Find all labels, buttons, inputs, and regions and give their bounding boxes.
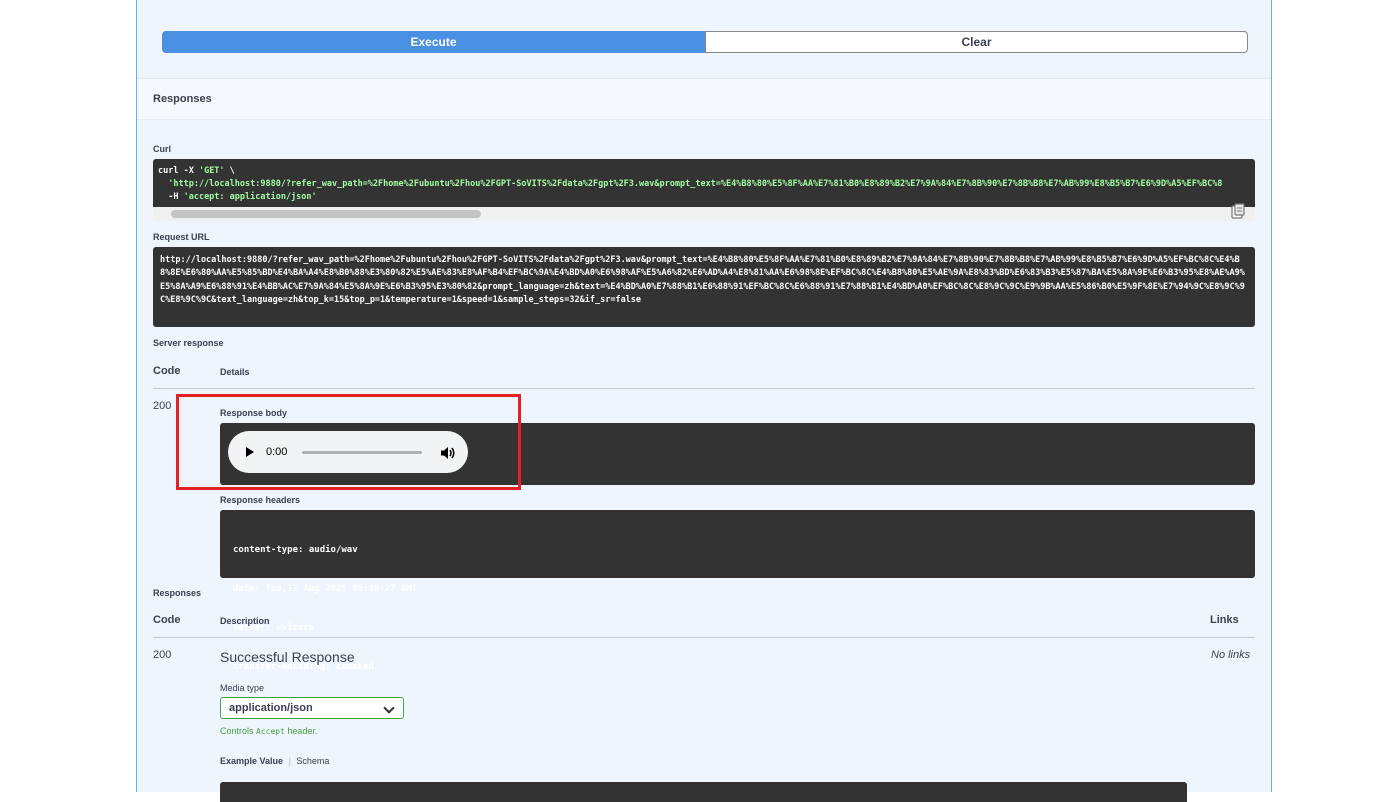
response-headers-block[interactable]: content-type: audio/wav date: Tue,12 Aug…	[220, 510, 1255, 672]
response-header-line: transfer-encoding: chunked	[233, 662, 374, 672]
tab-separator: |	[288, 756, 291, 766]
response-header-line: content-type: audio/wav	[233, 545, 358, 555]
response-header-line: date: Tue,12 Aug 2025 06:49:27 GMT	[233, 584, 418, 594]
media-type-select[interactable]: application/json	[220, 697, 404, 719]
controls-accept-note: Controls Accept header.	[220, 726, 317, 736]
response-header-line: server: uvicorn	[233, 623, 315, 633]
curl-continuation: \	[224, 166, 235, 176]
request-url-block[interactable]: http://localhost:9880/?refer_wav_path=%2…	[153, 247, 1255, 327]
server-response-code-header: Code	[153, 365, 181, 377]
response-headers-label: Response headers	[220, 495, 301, 505]
tab-example-value[interactable]: Example Value	[220, 756, 283, 766]
documented-responses-label: Responses	[153, 588, 202, 598]
documented-code-header: Code	[153, 614, 181, 626]
server-response-divider	[153, 388, 1255, 389]
clear-button[interactable]: Clear	[705, 31, 1248, 53]
copy-to-clipboard-icon[interactable]	[1230, 203, 1246, 219]
highlight-annotation-box	[176, 394, 521, 490]
curl-command: curl -X	[158, 166, 199, 176]
media-type-value: application/json	[229, 702, 313, 714]
controls-note-code: Accept	[256, 727, 285, 736]
responses-section-title: Responses	[153, 93, 212, 105]
execute-button[interactable]: Execute	[162, 31, 705, 53]
server-response-label: Server response	[153, 338, 224, 348]
curl-header-flag: -H	[158, 192, 184, 202]
server-response-details-header: Details	[220, 367, 250, 377]
documented-status-code: 200	[153, 649, 172, 661]
curl-line-2: 'http://localhost:9880/?refer_wav_path=%…	[158, 179, 1223, 189]
request-url-label: Request URL	[153, 232, 210, 242]
curl-method: 'GET'	[198, 166, 225, 176]
documented-description-header: Description	[220, 616, 270, 626]
example-schema-tabs: Example Value | Schema	[220, 756, 329, 766]
curl-header-value: 'accept: application/json'	[183, 192, 317, 202]
tab-schema[interactable]: Schema	[296, 756, 329, 766]
documented-responses-divider	[153, 637, 1255, 638]
curl-line-1: curl -X 'GET' \	[158, 165, 235, 177]
documented-links: No links	[1211, 649, 1251, 661]
server-response-status-code: 200	[153, 400, 172, 412]
curl-line-3: -H 'accept: application/json'	[158, 191, 317, 203]
curl-scrollbar-thumb[interactable]	[171, 210, 481, 218]
responses-section-header: Responses	[137, 78, 1271, 120]
controls-note-suffix: header.	[284, 726, 318, 736]
example-value-block[interactable]	[220, 782, 1187, 802]
media-type-label: Media type	[220, 683, 265, 693]
curl-label: Curl	[153, 144, 171, 154]
controls-note-prefix: Controls	[220, 726, 257, 736]
documented-description: Successful Response	[220, 649, 355, 665]
chevron-down-icon	[383, 702, 395, 714]
documented-links-header: Links	[1210, 614, 1239, 626]
